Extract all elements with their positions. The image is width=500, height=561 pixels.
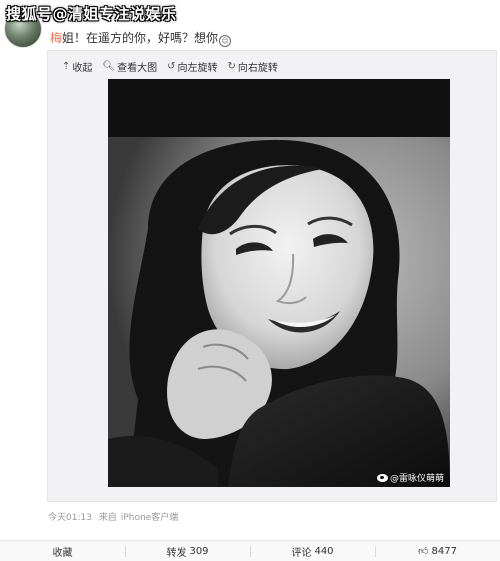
comment-label: 评论 — [291, 547, 312, 559]
search-icon: 🔍︎ — [102, 60, 116, 72]
favorite-label: 收藏 — [52, 547, 73, 559]
photo-credit: @雷咏仪萌萌 — [376, 471, 444, 484]
rotate-left-button[interactable]: ↺ 向左旋转 — [167, 59, 217, 74]
collapse-icon: ⇡ — [62, 60, 71, 72]
photo-illustration — [108, 79, 450, 487]
repost-label: 转发 — [166, 547, 187, 559]
weibo-icon — [376, 473, 388, 482]
favorite-button[interactable]: 收藏 — [0, 541, 125, 561]
rotate-right-button[interactable]: ↻ 向右旋转 — [227, 59, 277, 74]
post-mention[interactable]: 梅 — [50, 31, 62, 45]
action-bar: 收藏 转发 309 评论 440 👍︎ 8477 — [0, 540, 500, 561]
comment-count: 440 — [314, 545, 334, 557]
post-time[interactable]: 今天01:13 — [48, 513, 92, 523]
post-body: 姐！在遥方的你，好嗎？想你 — [62, 31, 219, 45]
rotate-left-label: 向左旋转 — [177, 62, 218, 74]
smile-icon: ☺ — [219, 35, 232, 47]
collapse-button[interactable]: ⇡ 收起 — [62, 59, 92, 74]
watermark-text: 搜狐号@清姐专注说娱乐 — [6, 5, 177, 23]
rotate-left-icon: ↺ — [167, 60, 176, 72]
post-text: 梅姐！在遥方的你，好嗎？想你 ☺ — [50, 29, 232, 47]
like-button[interactable]: 👍︎ 8477 — [375, 541, 500, 561]
post-meta: 今天01:13 来自 iPhone客户端 — [48, 510, 182, 523]
view-large-label: 查看大图 — [117, 62, 158, 74]
repost-button[interactable]: 转发 309 — [125, 541, 250, 561]
photo-credit-text: @雷咏仪萌萌 — [389, 474, 444, 484]
thumbs-up-icon: 👍︎ — [418, 546, 429, 557]
rotate-right-label: 向右旋转 — [237, 62, 278, 74]
repost-count: 309 — [189, 545, 209, 557]
view-large-button[interactable]: 🔍︎ 查看大图 — [102, 59, 157, 74]
collapse-label: 收起 — [72, 62, 93, 74]
source-prefix: 来自 — [98, 513, 117, 523]
media-toolbar: ⇡ 收起 🔍︎ 查看大图 ↺ 向左旋转 ↻ 向右旋转 — [62, 57, 288, 75]
comment-button[interactable]: 评论 440 — [250, 541, 375, 561]
like-count: 8477 — [431, 545, 457, 557]
post-source[interactable]: iPhone客户端 — [121, 513, 178, 523]
rotate-right-icon: ↻ — [227, 60, 236, 72]
post-photo[interactable]: @雷咏仪萌萌 — [108, 79, 450, 487]
